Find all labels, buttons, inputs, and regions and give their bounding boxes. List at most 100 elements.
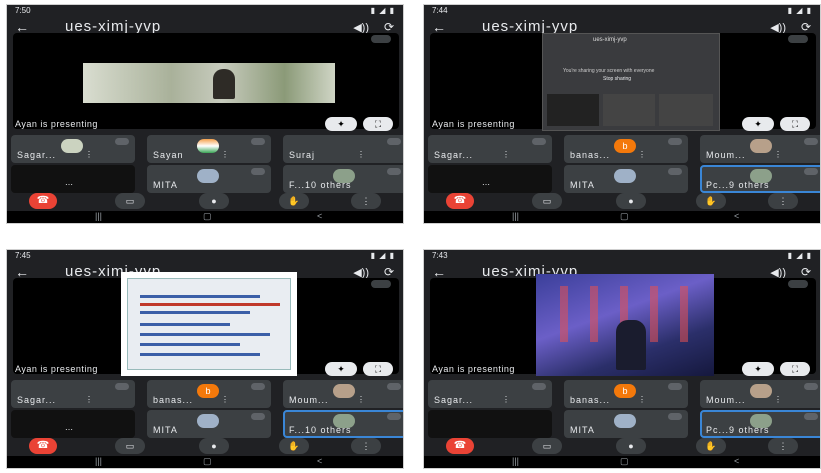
nav-back-icon[interactable]: < [317,211,322,221]
document-text-line [140,333,270,336]
more-options-icon[interactable]: ⋮ [638,150,646,159]
pin-icon[interactable]: ✦ [325,362,357,376]
camera-switch-icon[interactable]: ⟳ [801,20,811,34]
recents-icon[interactable]: ||| [95,211,102,221]
more-options-icon[interactable]: ⋯ [65,425,73,434]
participant-tile[interactable]: F...10 others [283,165,403,193]
participant-tile[interactable]: MITA [564,165,688,193]
video-icon[interactable]: ▭ [115,438,145,454]
nav-back-icon[interactable]: < [734,456,739,466]
more-options-icon[interactable]: ⋮ [357,395,365,404]
more-options-icon[interactable]: ⋮ [768,193,798,209]
presentation-stage[interactable] [430,274,816,376]
home-icon[interactable]: ▢ [203,211,212,222]
participant-tile[interactable]: Sagar... ⋮ [11,380,135,408]
fullscreen-icon[interactable]: ⛶ [363,117,393,131]
participant-tile[interactable]: Pc...9 others [700,410,820,438]
participant-tile[interactable]: Sayan ⋮ [147,135,271,163]
mic-icon[interactable]: ● [199,193,229,209]
pin-icon[interactable]: ✦ [742,117,774,131]
video-icon[interactable]: ▭ [532,438,562,454]
more-options-icon[interactable]: ⋮ [774,395,782,404]
more-options-icon[interactable]: ⋮ [221,395,229,404]
participant-tile[interactable]: Sagar... ⋮ [428,135,552,163]
participant-tile[interactable]: ⋯ [428,165,552,193]
avatar [197,139,219,153]
recents-icon[interactable]: ||| [95,456,102,466]
stop-sharing-button[interactable]: Stop sharing [603,76,631,82]
nav-back-icon[interactable]: < [734,211,739,221]
presentation-stage[interactable] [13,272,399,376]
fullscreen-icon[interactable]: ⛶ [780,362,810,376]
more-options-icon[interactable]: ⋮ [85,150,93,159]
end-call-icon[interactable]: ☎ [29,193,57,209]
more-options-icon[interactable]: ⋮ [357,150,365,159]
raise-hand-icon[interactable]: ✋ [279,438,309,454]
status-icons: ▮ ◢ ▮ [787,251,812,260]
participant-tile[interactable]: ⋯ [11,165,135,193]
participant-tile[interactable]: b banas... ⋮ [147,380,271,408]
recents-icon[interactable]: ||| [512,456,519,466]
participant-tile[interactable] [428,410,552,438]
camera-switch-icon[interactable]: ⟳ [384,20,394,34]
more-options-icon[interactable]: ⋮ [502,150,510,159]
raise-hand-icon[interactable]: ✋ [279,193,309,209]
participant-tile[interactable]: F...10 others [283,410,403,438]
participant-tile[interactable]: Suraj ⋮ [283,135,403,163]
recents-icon[interactable]: ||| [512,211,519,221]
participant-tile[interactable]: Moum... ⋮ [700,135,820,163]
presentation-stage[interactable] [13,33,399,129]
end-call-icon[interactable]: ☎ [29,438,57,454]
more-options-icon[interactable]: ⋮ [221,150,229,159]
participant-name: Moum... [289,395,329,405]
more-options-icon[interactable]: ⋯ [482,180,490,189]
mic-icon[interactable]: ● [616,438,646,454]
participant-tile[interactable]: MITA [564,410,688,438]
more-options-icon[interactable]: ⋮ [351,438,381,454]
presentation-stage[interactable]: ues-ximj-yvp You're sharing your screen … [430,33,816,131]
more-options-icon[interactable]: ⋯ [65,180,73,189]
camera-switch-icon[interactable]: ⟳ [801,265,811,279]
pin-icon[interactable]: ✦ [742,362,774,376]
raise-hand-icon[interactable]: ✋ [696,438,726,454]
video-icon[interactable]: ▭ [115,193,145,209]
participant-tile[interactable]: ⋯ [11,410,135,438]
participant-tile[interactable]: MITA [147,165,271,193]
status-time: 7:43 [432,251,448,260]
more-options-icon[interactable]: ⋮ [351,193,381,209]
mic-icon[interactable]: ● [199,438,229,454]
android-nav-bar: ||| ▢ < [7,456,403,468]
participant-tile[interactable]: Pc...9 others [700,165,820,193]
more-options-icon[interactable]: ⋮ [768,438,798,454]
participant-tile[interactable]: Moum... ⋮ [283,380,403,408]
raise-hand-icon[interactable]: ✋ [696,193,726,209]
document-text-line [140,295,260,298]
home-icon[interactable]: ▢ [620,211,629,222]
end-call-icon[interactable]: ☎ [446,193,474,209]
mic-icon[interactable]: ● [616,193,646,209]
shared-video-frame [83,63,335,103]
fullscreen-icon[interactable]: ⛶ [780,117,810,131]
home-icon[interactable]: ▢ [203,456,212,467]
participant-tile[interactable]: Sagar... ⋮ [11,135,135,163]
camera-switch-icon[interactable]: ⟳ [384,265,394,279]
nav-back-icon[interactable]: < [317,456,322,466]
more-options-icon[interactable]: ⋮ [85,395,93,404]
home-icon[interactable]: ▢ [620,456,629,467]
participant-tile[interactable]: b banas... ⋮ [564,135,688,163]
mini-tile [659,94,713,126]
participant-tile[interactable]: b banas... ⋮ [564,380,688,408]
muted-mic-icon [115,383,129,390]
participant-tile[interactable]: MITA [147,410,271,438]
muted-mic-icon [804,168,818,175]
muted-mic-icon [115,138,129,145]
more-options-icon[interactable]: ⋮ [774,150,782,159]
more-options-icon[interactable]: ⋮ [502,395,510,404]
more-options-icon[interactable]: ⋮ [638,395,646,404]
video-icon[interactable]: ▭ [532,193,562,209]
participant-tile[interactable]: Sagar... ⋮ [428,380,552,408]
end-call-icon[interactable]: ☎ [446,438,474,454]
pin-icon[interactable]: ✦ [325,117,357,131]
fullscreen-icon[interactable]: ⛶ [363,362,393,376]
participant-tile[interactable]: Moum... ⋮ [700,380,820,408]
